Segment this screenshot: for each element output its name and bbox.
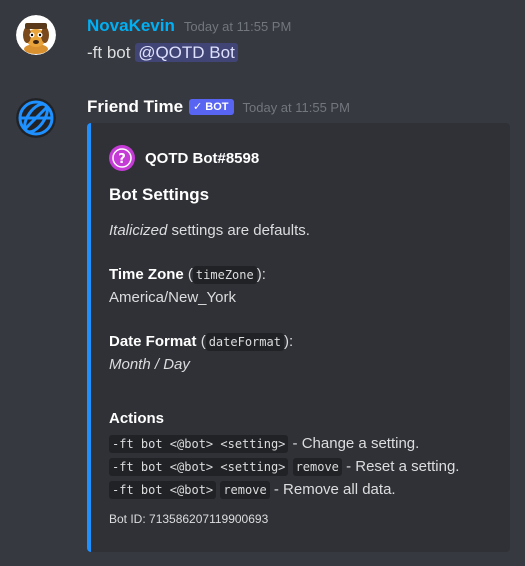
field-date-format: Date Format (dateFormat): bbox=[109, 333, 294, 351]
bot-avatar-globe[interactable] bbox=[16, 98, 56, 138]
bot-tag-label: BOT bbox=[205, 100, 229, 113]
embed-author: ? QOTD Bot#8598 bbox=[109, 145, 259, 171]
action-command: -ft bot <@bot> bbox=[109, 481, 217, 499]
check-icon: ✓ bbox=[193, 101, 203, 113]
timestamp: Today at 11:55 PM bbox=[183, 19, 292, 34]
intro-italic: Italicized bbox=[109, 222, 168, 239]
command-text: -ft bot bbox=[87, 43, 136, 62]
field-time-zone-value: America/New_York bbox=[109, 289, 236, 306]
action-subcommand: remove bbox=[220, 481, 270, 499]
action-command: -ft bot <@bot> <setting> bbox=[109, 435, 289, 453]
field-name: Time Zone bbox=[109, 266, 184, 283]
embed-title: Bot Settings bbox=[109, 185, 210, 204]
embed-author-name[interactable]: QOTD Bot#8598 bbox=[145, 150, 259, 167]
action-change-setting: -ft bot <@bot> <setting> - Change a sett… bbox=[109, 435, 420, 453]
message-content: -ft bot @QOTD Bot bbox=[87, 43, 238, 63]
intro-rest: settings are defaults. bbox=[167, 222, 310, 239]
field-key: dateFormat bbox=[205, 333, 284, 351]
message-header: Friend Time ✓ BOT Today at 11:55 PM bbox=[87, 97, 350, 117]
action-command: -ft bot <@bot> <setting> bbox=[109, 458, 289, 476]
actions-title: Actions bbox=[109, 410, 165, 427]
field-name: Date Format bbox=[109, 333, 197, 350]
action-desc: - Change a setting. bbox=[288, 435, 420, 452]
embed-footer: Bot ID: 713586207119900693 bbox=[109, 512, 269, 526]
embed-intro: Italicized settings are defaults. bbox=[109, 222, 310, 239]
field-key: timeZone bbox=[192, 266, 257, 284]
field-date-format-value: Month / Day bbox=[109, 356, 190, 373]
question-mark-icon: ? bbox=[109, 145, 135, 171]
bot-tag: ✓ BOT bbox=[189, 98, 234, 115]
user-avatar-dog[interactable] bbox=[16, 15, 56, 55]
timestamp: Today at 11:55 PM bbox=[242, 100, 350, 115]
action-reset-setting: -ft bot <@bot> <setting> remove - Reset … bbox=[109, 458, 460, 476]
username[interactable]: Friend Time bbox=[87, 97, 183, 117]
field-time-zone: Time Zone (timeZone): bbox=[109, 266, 266, 284]
embed: ? QOTD Bot#8598 Bot Settings Italicized … bbox=[87, 123, 510, 552]
message-header: NovaKevin Today at 11:55 PM bbox=[87, 16, 291, 36]
username[interactable]: NovaKevin bbox=[87, 16, 175, 36]
user-mention[interactable]: @QOTD Bot bbox=[135, 43, 238, 62]
action-desc: - Remove all data. bbox=[269, 481, 396, 498]
action-subcommand: remove bbox=[292, 458, 342, 476]
svg-text:?: ? bbox=[118, 152, 126, 167]
action-desc: - Reset a setting. bbox=[341, 458, 460, 475]
action-remove-data: -ft bot <@bot> remove - Remove all data. bbox=[109, 481, 396, 499]
